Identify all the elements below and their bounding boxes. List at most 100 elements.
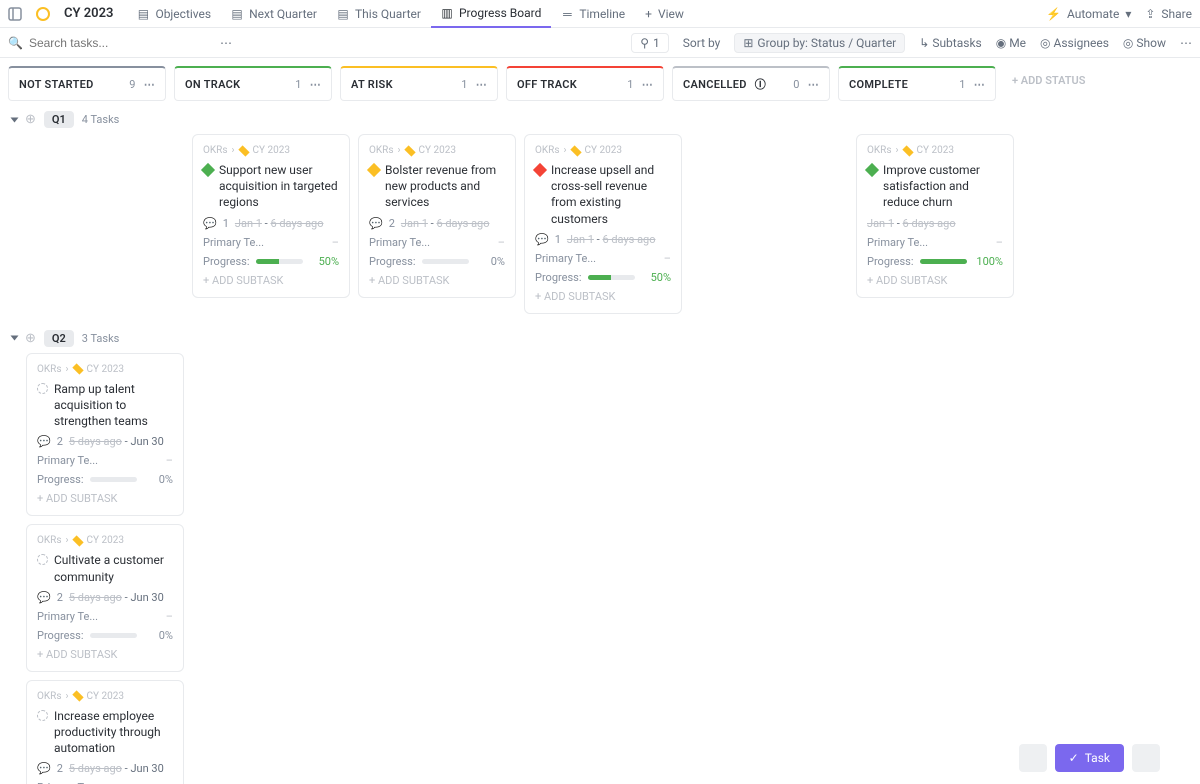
lane-count: 1	[627, 78, 633, 91]
section-header[interactable]: ⊕ Q1 4 Tasks	[8, 111, 1192, 128]
status-diamond-icon	[367, 163, 381, 177]
more-icon[interactable]: ⋯	[220, 36, 232, 50]
tab-progress-board[interactable]: ▥ Progress Board	[431, 0, 551, 28]
comment-icon[interactable]: 💬	[535, 233, 549, 246]
lane-count: 1	[295, 78, 301, 91]
subtasks-button[interactable]: ↳ Subtasks	[919, 36, 981, 50]
lane-on-track[interactable]: ON TRACK1⋯	[174, 66, 332, 101]
lane-cancelled[interactable]: CANCELLEDⓘ0⋯	[672, 66, 830, 101]
status-diamond-icon	[865, 163, 879, 177]
fab-note-button[interactable]	[1019, 744, 1047, 772]
breadcrumb: OKRs›CY 2023	[37, 364, 173, 375]
plus-icon[interactable]: ⊕	[25, 112, 36, 127]
progress-row: Progress:0%	[37, 629, 173, 642]
more-icon[interactable]: ⋯	[974, 78, 985, 91]
workspace-title[interactable]: CY 2023	[64, 6, 113, 21]
automate-button[interactable]: ⚡Automate▾	[1046, 7, 1131, 21]
chevron-down-icon[interactable]	[11, 336, 19, 341]
more-icon[interactable]: ⋯	[1180, 36, 1192, 50]
fab-apps-button[interactable]	[1132, 744, 1160, 772]
team-field: Primary Te...–	[203, 236, 339, 249]
breadcrumb: OKRs›CY 2023	[369, 145, 505, 156]
chevron-down-icon: ▾	[1125, 7, 1131, 21]
group-by-button[interactable]: ⊞Group by: Status / Quarter	[734, 33, 905, 53]
fab-task-button[interactable]: ✓Task	[1055, 744, 1124, 772]
comment-icon[interactable]: 💬	[37, 762, 51, 775]
tab-label: This Quarter	[355, 7, 421, 21]
diamond-icon	[404, 145, 415, 156]
section-header[interactable]: ⊕ Q2 3 Tasks	[8, 330, 1192, 347]
share-button[interactable]: ⇪Share	[1145, 7, 1192, 21]
search-icon: 🔍	[8, 36, 23, 50]
search-input[interactable]	[29, 36, 169, 50]
card-meta: Jan 1 - 6 days ago	[867, 217, 1003, 230]
card-meta: 💬2Jan 1 - 6 days ago	[369, 217, 505, 230]
lane-label: COMPLETE	[849, 78, 908, 91]
toolbar-right: ⚲1 Sort by ⊞Group by: Status / Quarter ↳…	[631, 33, 1192, 53]
comment-icon[interactable]: 💬	[369, 217, 383, 230]
lane-off-track[interactable]: OFF TRACK 1 ⋯	[506, 66, 664, 101]
team-field: Primary Te...–	[37, 610, 173, 623]
comment-icon[interactable]: 💬	[37, 591, 51, 604]
task-card[interactable]: OKRs›CY 2023 Support new user acquisitio…	[192, 134, 350, 298]
chevron-down-icon[interactable]	[11, 117, 19, 122]
assignees-button[interactable]: ◎ Assignees	[1040, 36, 1109, 50]
comment-icon[interactable]: 💬	[37, 435, 51, 448]
card-title: Improve customer satisfaction and reduce…	[867, 162, 1003, 211]
diamond-icon	[902, 145, 913, 156]
task-card[interactable]: OKRs›CY 2023 Ramp up talent acquisition …	[26, 353, 184, 517]
team-field: Primary Te...–	[535, 252, 671, 265]
tab-timeline[interactable]: ═Timeline	[551, 1, 635, 27]
more-icon[interactable]: ⋯	[642, 78, 653, 91]
section-meta: 4 Tasks	[82, 113, 120, 126]
me-button[interactable]: ◉ Me	[996, 36, 1026, 50]
lane-complete[interactable]: COMPLETE 1 ⋯	[838, 66, 996, 101]
tab-label: Progress Board	[459, 6, 541, 20]
plus-icon: +	[645, 7, 652, 21]
lane-label: OFF TRACK	[517, 78, 577, 91]
person-icon: ◉	[996, 36, 1006, 50]
plus-icon[interactable]: ⊕	[25, 331, 36, 346]
diamond-icon	[570, 145, 581, 156]
task-card[interactable]: OKRs›CY 2023 Increase upsell and cross-s…	[524, 134, 682, 314]
progress-row: Progress:50%	[535, 271, 671, 284]
tab-this-quarter[interactable]: ▤This Quarter	[327, 1, 431, 27]
add-subtask-button[interactable]: + ADD SUBTASK	[203, 274, 339, 287]
sidebar-toggle-icon[interactable]	[8, 7, 22, 21]
breadcrumb: OKRs›CY 2023	[37, 691, 173, 702]
tab-next-quarter[interactable]: ▤Next Quarter	[221, 1, 327, 27]
task-card[interactable]: OKRs›CY 2023 Improve customer satisfacti…	[856, 134, 1014, 298]
add-subtask-button[interactable]: + ADD SUBTASK	[535, 290, 671, 303]
lane-count: 0	[793, 78, 799, 91]
comment-icon[interactable]: 💬	[203, 217, 217, 230]
tab-label: View	[658, 7, 684, 21]
more-icon[interactable]: ⋯	[144, 78, 155, 91]
add-subtask-button[interactable]: + ADD SUBTASK	[867, 274, 1003, 287]
col-not-started: OKRs›CY 2023 Ramp up talent acquisition …	[26, 353, 184, 784]
lane-not-started[interactable]: NOT STARTED9⋯	[8, 66, 166, 101]
task-card[interactable]: OKRs›CY 2023 Cultivate a customer commun…	[26, 524, 184, 671]
show-button[interactable]: ◎ Show	[1123, 36, 1166, 50]
more-icon[interactable]: ⋯	[808, 78, 819, 91]
section-row: OKRs›CY 2023 Support new user acquisitio…	[8, 134, 1192, 314]
tab-add-view[interactable]: + View	[635, 1, 694, 27]
add-subtask-button[interactable]: + ADD SUBTASK	[369, 274, 505, 287]
lane-count: 1	[959, 78, 965, 91]
sort-by-button[interactable]: Sort by	[683, 36, 721, 50]
tab-objectives[interactable]: ▤Objectives	[127, 1, 221, 27]
add-subtask-button[interactable]: + ADD SUBTASK	[37, 492, 173, 505]
add-status-button[interactable]: + ADD STATUS	[1004, 66, 1144, 101]
board-icon: ▥	[441, 7, 453, 19]
task-card[interactable]: OKRs›CY 2023 Bolster revenue from new pr…	[358, 134, 516, 298]
more-icon[interactable]: ⋯	[476, 78, 487, 91]
add-subtask-button[interactable]: + ADD SUBTASK	[37, 648, 173, 661]
lane-label: CANCELLED	[683, 78, 747, 91]
check-icon: ✓	[1069, 751, 1079, 765]
card-title: Increase employee productivity through a…	[37, 708, 173, 757]
lane-at-risk[interactable]: AT RISK1⋯	[340, 66, 498, 101]
task-card[interactable]: OKRs›CY 2023 Increase employee productiv…	[26, 680, 184, 784]
more-icon[interactable]: ⋯	[310, 78, 321, 91]
view-tabs: ▤Objectives ▤Next Quarter ▤This Quarter …	[127, 0, 693, 28]
diamond-icon	[72, 364, 83, 375]
filter-pill[interactable]: ⚲1	[631, 33, 669, 53]
